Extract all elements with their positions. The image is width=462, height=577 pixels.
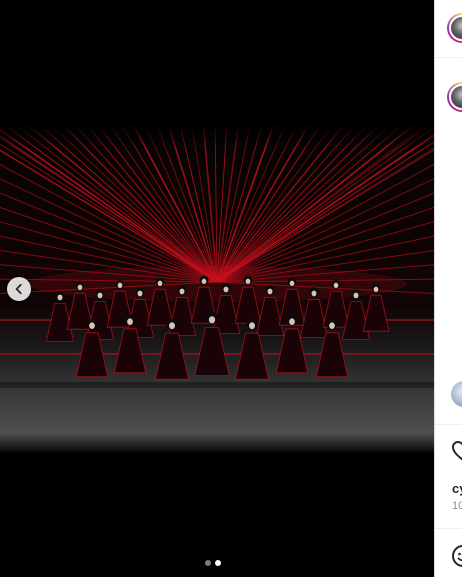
dancer <box>362 283 390 332</box>
post-media-pane <box>0 0 434 577</box>
author-avatar[interactable] <box>447 13 462 43</box>
timestamp-text: 10 <box>452 500 462 512</box>
post-side-panel: cy 10 <box>434 0 462 577</box>
emoji-icon[interactable] <box>451 544 462 568</box>
dancer <box>146 277 174 326</box>
instagram-post-viewer: cy 10 <box>0 0 462 577</box>
caption-avatar[interactable] <box>447 82 462 112</box>
dancer <box>45 291 75 342</box>
dancer-group <box>0 275 434 388</box>
dancer <box>211 283 241 334</box>
carousel-previous-button[interactable] <box>7 277 31 301</box>
comment-avatar[interactable] <box>451 381 462 407</box>
dancer <box>85 289 115 340</box>
heart-icon[interactable] <box>451 440 462 462</box>
carousel-dot-1[interactable] <box>205 560 211 566</box>
dancer <box>255 285 285 336</box>
dancer <box>322 279 350 328</box>
chevron-left-icon <box>15 283 22 295</box>
carousel-dots <box>205 560 221 566</box>
post-photo <box>0 124 434 454</box>
dancer <box>299 287 329 338</box>
dancer <box>341 289 371 340</box>
username-text[interactable]: cy <box>452 481 462 496</box>
carousel-dot-2[interactable] <box>215 560 221 566</box>
dancer <box>234 275 262 324</box>
